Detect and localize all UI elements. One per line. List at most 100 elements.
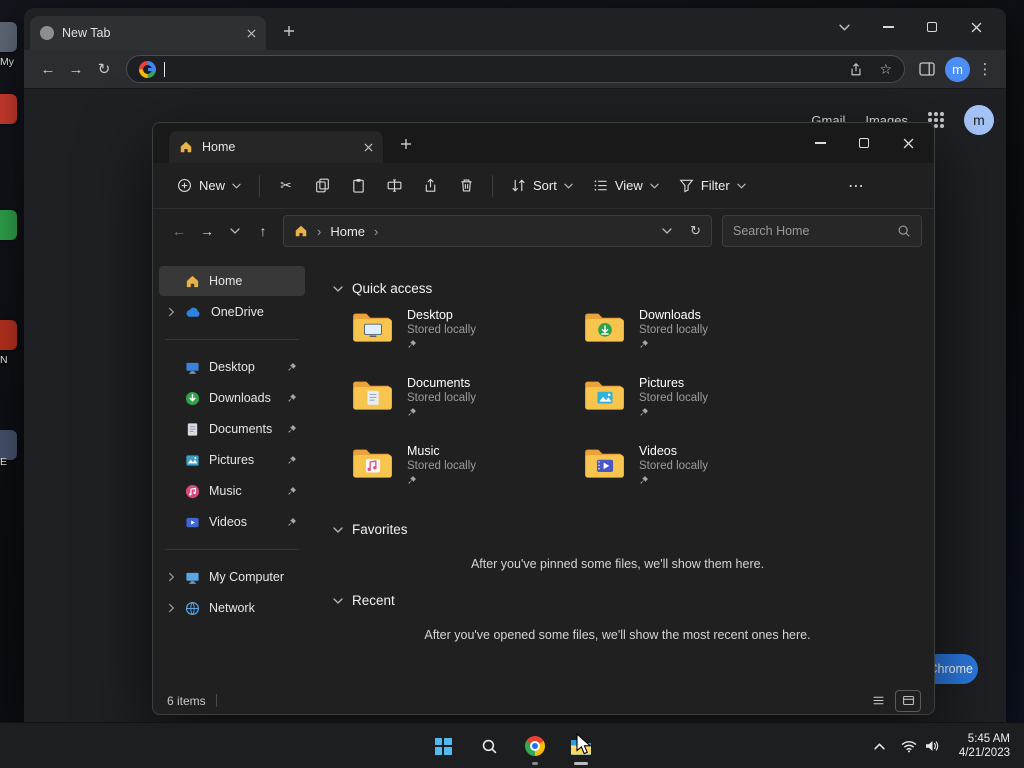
tab-close-icon[interactable] xyxy=(364,142,373,152)
desktop-shortcut[interactable] xyxy=(0,210,17,240)
share-icon[interactable] xyxy=(412,170,448,202)
reload-icon[interactable]: ↻ xyxy=(90,55,118,83)
desktop-shortcut[interactable] xyxy=(0,22,17,52)
address-bar[interactable]: ☆ xyxy=(126,55,905,83)
desktop-shortcut[interactable] xyxy=(0,320,17,350)
folder-tile-videos[interactable]: Videos Stored locally xyxy=(583,444,815,500)
side-panel-icon[interactable] xyxy=(913,55,941,83)
menu-kebab-icon[interactable]: ⋮ xyxy=(974,55,996,83)
start-button[interactable] xyxy=(423,726,463,766)
folder-tile-pictures[interactable]: Pictures Stored locally xyxy=(583,376,815,432)
recent-empty-message: After you've opened some files, we'll sh… xyxy=(424,628,811,642)
profile-avatar[interactable]: m xyxy=(945,56,970,82)
browser-tab-new-tab[interactable]: New Tab xyxy=(30,16,266,50)
tab-search-button[interactable] xyxy=(822,8,866,46)
taskbar-chrome-button[interactable] xyxy=(515,726,555,766)
refresh-icon[interactable]: ↻ xyxy=(690,223,701,239)
section-recent[interactable]: Recent xyxy=(333,593,910,608)
explorer-new-tab-button[interactable] xyxy=(393,131,419,157)
search-box[interactable] xyxy=(722,215,922,247)
folder-tile-documents[interactable]: Documents Stored locally xyxy=(351,376,583,432)
sidebar-item-music[interactable]: Music xyxy=(159,476,305,506)
rename-icon[interactable] xyxy=(376,170,412,202)
cut-icon[interactable]: ✂ xyxy=(268,170,304,202)
expand-chevron-icon[interactable] xyxy=(169,307,175,317)
section-favorites[interactable]: Favorites xyxy=(333,522,910,537)
desktop-folder-icon xyxy=(353,313,392,342)
share-icon[interactable] xyxy=(849,62,863,77)
copy-icon[interactable] xyxy=(304,170,340,202)
sidebar-item-downloads[interactable]: Downloads xyxy=(159,383,305,413)
tab-close-icon[interactable] xyxy=(247,28,256,38)
collapse-chevron-icon[interactable] xyxy=(333,526,343,533)
sidebar-item-home[interactable]: Home xyxy=(159,266,305,296)
details-view-icon[interactable] xyxy=(866,691,890,711)
paste-icon[interactable] xyxy=(340,170,376,202)
sidebar-item-documents[interactable]: Documents xyxy=(159,414,305,444)
breadcrumb[interactable]: › Home › ↻ xyxy=(283,215,712,247)
filter-button[interactable]: Filter xyxy=(669,170,756,202)
pin-icon xyxy=(408,475,417,484)
expand-chevron-icon[interactable] xyxy=(169,603,175,613)
new-tab-button[interactable] xyxy=(276,18,302,44)
google-account-avatar[interactable]: m xyxy=(964,105,994,135)
taskbar-search-button[interactable] xyxy=(469,726,509,766)
more-options-icon[interactable]: ⋯ xyxy=(848,176,864,196)
back-icon[interactable]: ← xyxy=(165,217,193,245)
search-icon xyxy=(482,739,496,753)
desktop-shortcut[interactable] xyxy=(0,94,17,124)
large-icons-view-icon[interactable] xyxy=(895,689,921,712)
minimize-button[interactable] xyxy=(798,123,842,163)
taskbar-file-explorer-button[interactable] xyxy=(561,726,601,766)
sidebar-item-pictures[interactable]: Pictures xyxy=(159,445,305,475)
back-icon[interactable]: ← xyxy=(34,55,62,83)
minimize-button[interactable] xyxy=(866,8,910,46)
folder-tile-downloads[interactable]: Downloads Stored locally xyxy=(583,308,815,364)
hidden-icons-chevron-icon[interactable] xyxy=(867,726,892,766)
explorer-statusbar: 6 items xyxy=(153,687,934,714)
chrome-tabstrip[interactable]: New Tab xyxy=(24,8,1006,50)
downloads-icon xyxy=(185,391,200,405)
breadcrumb-location[interactable]: Home xyxy=(330,224,365,239)
taskbar-clock[interactable]: 5:45 AM 4/21/2023 xyxy=(949,732,1020,760)
delete-icon[interactable] xyxy=(448,170,484,202)
close-button[interactable] xyxy=(954,8,998,46)
pin-icon xyxy=(288,517,297,526)
sidebar-item-videos[interactable]: Videos xyxy=(159,507,305,537)
close-button[interactable] xyxy=(886,123,930,163)
collapse-chevron-icon[interactable] xyxy=(333,597,343,604)
videos-folder-icon xyxy=(585,449,624,478)
breadcrumb-separator: › xyxy=(374,223,379,239)
file-explorer-icon xyxy=(571,740,591,755)
section-quick-access[interactable]: Quick access xyxy=(333,281,910,296)
new-button[interactable]: New xyxy=(167,170,251,202)
recent-locations-icon[interactable] xyxy=(221,217,249,245)
address-input[interactable] xyxy=(173,61,842,77)
forward-icon[interactable]: → xyxy=(193,217,221,245)
sort-button[interactable]: Sort xyxy=(501,170,583,202)
sidebar-item-my-computer[interactable]: My Computer xyxy=(159,562,305,592)
explorer-titlebar[interactable]: Home xyxy=(153,123,934,163)
search-input[interactable] xyxy=(733,224,889,238)
sidebar-item-desktop[interactable]: Desktop xyxy=(159,352,305,382)
clock-time: 5:45 AM xyxy=(967,733,1010,745)
folder-tile-music[interactable]: Music Stored locally xyxy=(351,444,583,500)
maximize-button[interactable] xyxy=(842,123,886,163)
view-button[interactable]: View xyxy=(583,170,669,202)
pin-icon xyxy=(288,424,297,433)
bookmark-star-icon[interactable]: ☆ xyxy=(879,61,892,78)
expand-chevron-icon[interactable] xyxy=(169,572,175,582)
sidebar-item-onedrive[interactable]: OneDrive xyxy=(159,297,305,327)
address-dropdown-icon[interactable] xyxy=(662,228,672,234)
sidebar-divider xyxy=(165,339,299,340)
system-tray[interactable] xyxy=(894,726,947,766)
sidebar-item-network[interactable]: Network xyxy=(159,593,305,623)
maximize-button[interactable] xyxy=(910,8,954,46)
folder-tile-desktop[interactable]: Desktop Stored locally xyxy=(351,308,583,364)
google-icon xyxy=(139,60,156,78)
up-icon[interactable]: ↑ xyxy=(249,217,277,245)
forward-icon[interactable]: → xyxy=(62,55,90,83)
collapse-chevron-icon[interactable] xyxy=(333,285,343,292)
sort-icon xyxy=(512,179,525,192)
explorer-tab-home[interactable]: Home xyxy=(169,131,383,163)
